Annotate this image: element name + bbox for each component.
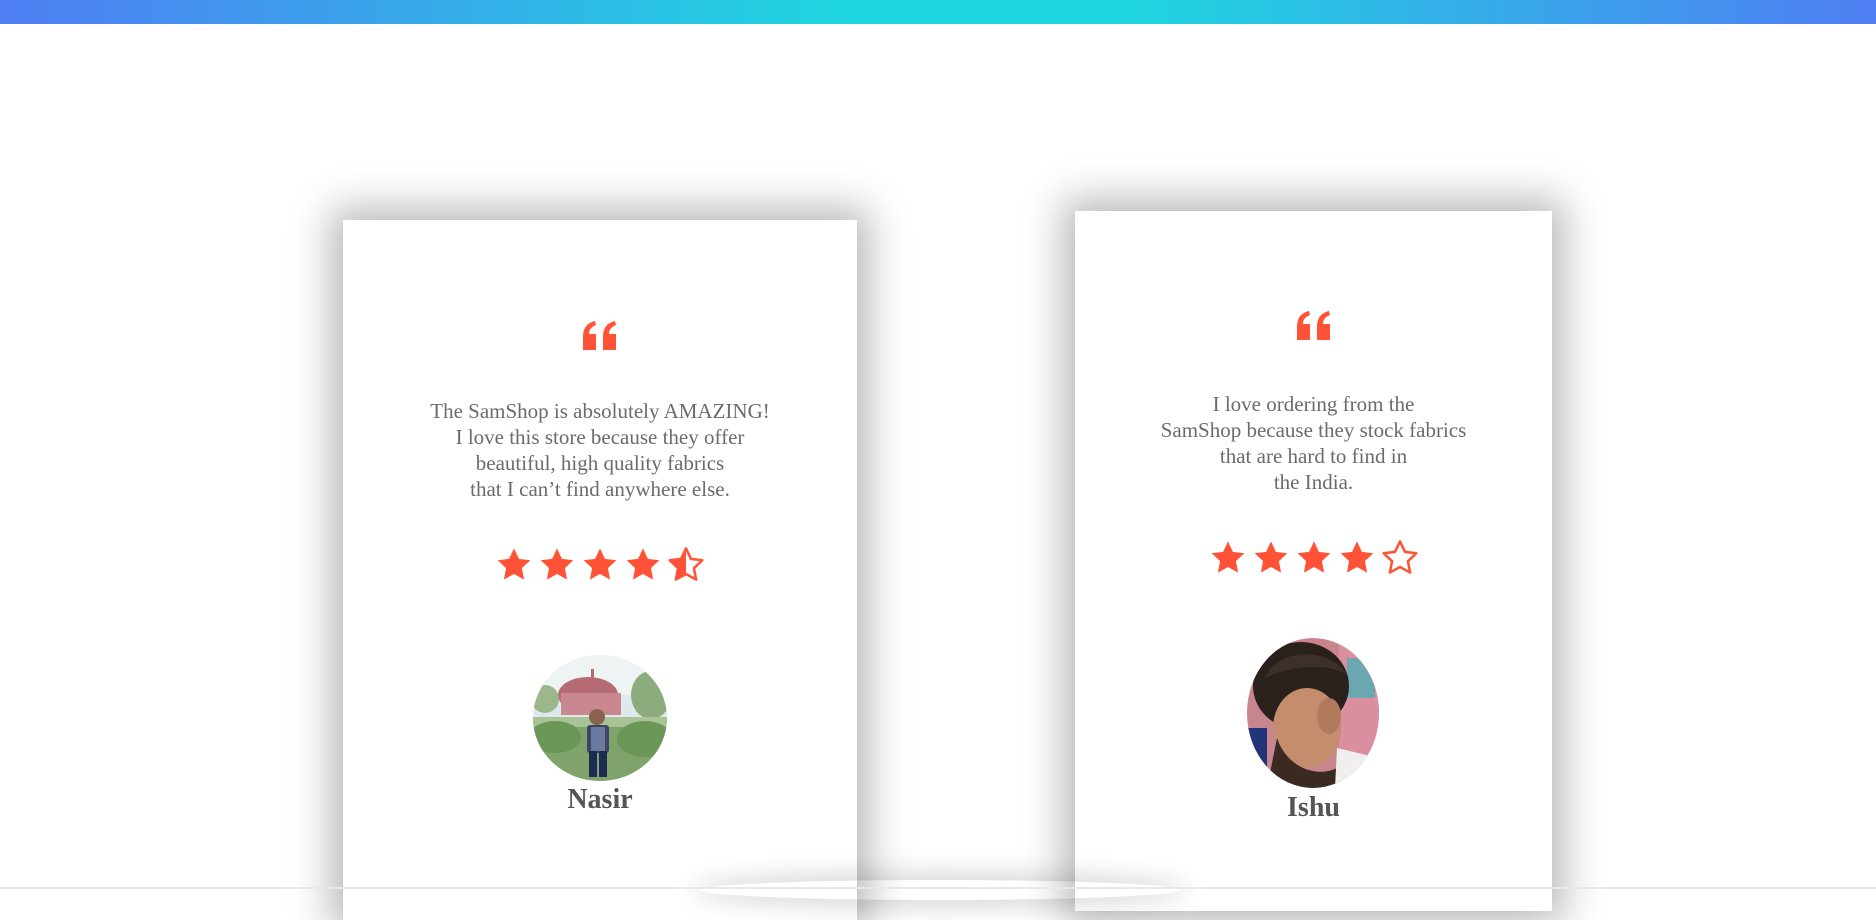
star-full-icon <box>1340 541 1373 573</box>
star-rating <box>1075 539 1552 577</box>
star-full-icon <box>540 548 574 580</box>
reviewer-name: Ishu <box>1287 792 1340 823</box>
testimonial-line: that I can’t find anywhere else. <box>470 477 730 501</box>
testimonial-line: SamShop because they stock fabrics <box>1160 418 1467 442</box>
reviewer-name: Nasir <box>567 784 633 815</box>
testimonial-line: I love this store because they offer <box>455 425 745 449</box>
star-full-icon <box>1211 541 1244 573</box>
star-full-icon <box>1254 541 1287 573</box>
avatar <box>533 655 667 781</box>
star-full-icon <box>497 548 531 580</box>
star-rating <box>343 546 857 584</box>
avatar <box>1247 638 1379 788</box>
star-full-icon <box>626 548 660 580</box>
testimonial-line: The SamShop is absolutely AMAZING! <box>430 399 770 423</box>
testimonial-text: I love ordering from the SamShop because… <box>1075 391 1552 495</box>
star-full-icon <box>583 548 617 580</box>
top-gradient-bar <box>0 0 1876 24</box>
testimonial-line: that are hard to find in <box>1219 444 1408 468</box>
quote-left-icon <box>343 320 857 357</box>
testimonial-line: the India. <box>1273 470 1354 494</box>
star-empty-icon <box>1381 540 1418 574</box>
testimonial-line: I love ordering from the <box>1212 392 1415 416</box>
bottom-shadow <box>700 880 1180 900</box>
star-full-icon <box>1297 541 1330 573</box>
testimonial-card-2: I love ordering from the SamShop because… <box>1075 211 1552 911</box>
testimonial-text: The SamShop is absolutely AMAZING! I lov… <box>343 398 857 502</box>
quote-left-icon <box>1075 310 1552 347</box>
testimonial-line: beautiful, high quality fabrics <box>475 451 725 475</box>
testimonial-card-1: The SamShop is absolutely AMAZING! I lov… <box>343 220 857 920</box>
star-half-icon <box>668 547 704 581</box>
